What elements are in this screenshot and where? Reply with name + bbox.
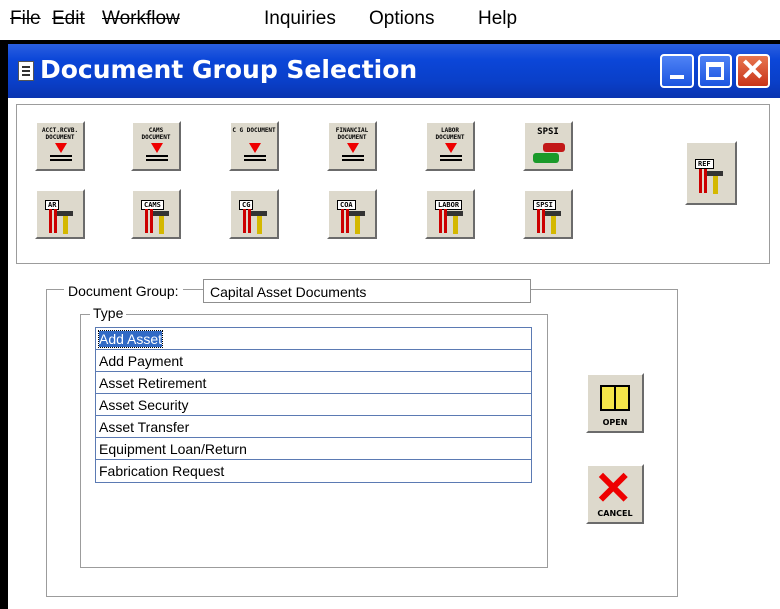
- list-item[interactable]: Add Asset: [96, 328, 531, 350]
- document-group-field[interactable]: Capital Asset Documents: [203, 279, 531, 303]
- down-arrow-icon: [55, 143, 67, 153]
- list-item[interactable]: Asset Security: [96, 394, 531, 416]
- maximize-button[interactable]: [698, 54, 732, 88]
- close-button[interactable]: ✕: [736, 54, 770, 88]
- wrench-icon: [49, 209, 57, 233]
- cams-document-button[interactable]: CAMS DOCUMENT: [131, 121, 181, 171]
- hammer-handle: [355, 216, 360, 234]
- down-arrow-icon: [347, 143, 359, 153]
- minimize-button[interactable]: [660, 54, 694, 88]
- list-item-label: Fabrication Request: [99, 463, 225, 479]
- hammer-handle: [453, 216, 458, 234]
- labor-document-button[interactable]: LABOR DOCUMENT: [425, 121, 475, 171]
- document-lines-icon: [440, 155, 462, 163]
- minimize-icon: [670, 75, 684, 79]
- list-item[interactable]: Equipment Loan/Return: [96, 438, 531, 460]
- wrench-icon: [699, 169, 707, 193]
- menu-inquiries[interactable]: Inquiries: [264, 8, 336, 30]
- financial-document-button[interactable]: FINANCIAL DOCUMENT: [327, 121, 377, 171]
- list-item[interactable]: Add Payment: [96, 350, 531, 372]
- hammer-handle: [713, 176, 718, 194]
- close-icon: ✕: [740, 54, 766, 87]
- list-item-label: Add Payment: [99, 353, 184, 369]
- down-arrow-icon: [445, 143, 457, 153]
- ref-tools-button[interactable]: REF: [685, 141, 737, 205]
- list-item-label: Add Asset: [97, 330, 164, 348]
- type-list[interactable]: Add Asset Add Payment Asset Retirement A…: [95, 327, 532, 483]
- cancel-label: CANCEL: [597, 509, 633, 518]
- ar-document-button[interactable]: ACCT.RCVB. DOCUMENT: [35, 121, 85, 171]
- menu-help[interactable]: Help: [478, 8, 517, 30]
- menu-edit[interactable]: Edit: [52, 8, 85, 30]
- spsi-document-button[interactable]: SPSI: [523, 121, 573, 171]
- hammer-handle: [159, 216, 164, 234]
- ref-tools-label: REF: [695, 159, 714, 169]
- wrench-icon: [243, 209, 251, 233]
- open-button[interactable]: OPEN: [586, 373, 644, 433]
- spsi-document-label: SPSI: [537, 127, 559, 137]
- toolbar-panel: ACCT.RCVB. DOCUMENT CAMS DOCUMENT C G DO…: [16, 104, 770, 264]
- wrench-icon: [341, 209, 349, 233]
- list-item-label: Asset Retirement: [99, 375, 207, 391]
- hammer-handle: [551, 216, 556, 234]
- list-item[interactable]: Asset Retirement: [96, 372, 531, 394]
- ar-tools-button[interactable]: AR: [35, 189, 85, 239]
- window-title: Document Group Selection: [40, 55, 418, 84]
- coa-tools-button[interactable]: COA: [327, 189, 377, 239]
- list-item-label: Equipment Loan/Return: [99, 441, 247, 457]
- list-item[interactable]: Fabrication Request: [96, 460, 531, 482]
- hammer-handle: [257, 216, 262, 234]
- cams-document-label: CAMS DOCUMENT: [141, 127, 171, 141]
- window-client: ACCT.RCVB. DOCUMENT CAMS DOCUMENT C G DO…: [8, 98, 780, 609]
- financial-document-label: FINANCIAL DOCUMENT: [335, 127, 369, 141]
- cg-document-button[interactable]: C G DOCUMENT: [229, 121, 279, 171]
- wrench-icon: [537, 209, 545, 233]
- menu-workflow[interactable]: Workflow: [102, 8, 180, 30]
- labor-tools-button[interactable]: LABOR: [425, 189, 475, 239]
- list-item[interactable]: Asset Transfer: [96, 416, 531, 438]
- wrench-icon: [145, 209, 153, 233]
- menu-bar: File Edit Workflow Inquiries Options Hel…: [0, 0, 780, 40]
- car-icon: [533, 153, 559, 163]
- list-item-label: Asset Security: [99, 397, 189, 413]
- type-label: Type: [90, 305, 127, 321]
- hammer-handle: [63, 216, 68, 234]
- spsi-tools-button[interactable]: SPSI: [523, 189, 573, 239]
- open-label: OPEN: [602, 418, 628, 427]
- cancel-icon: ✕: [594, 462, 633, 514]
- cg-document-label: C G DOCUMENT: [232, 127, 276, 134]
- open-icon: [600, 385, 630, 411]
- menu-options[interactable]: Options: [369, 8, 434, 30]
- cancel-button[interactable]: ✕ CANCEL: [586, 464, 644, 524]
- maximize-icon: [706, 62, 724, 80]
- labor-document-label: LABOR DOCUMENT: [435, 127, 465, 141]
- menu-file[interactable]: File: [10, 8, 41, 30]
- ar-document-label: ACCT.RCVB. DOCUMENT: [41, 127, 79, 141]
- document-lines-icon: [146, 155, 168, 163]
- document-lines-icon: [244, 155, 266, 163]
- document-icon: [18, 61, 34, 81]
- list-item-label: Asset Transfer: [99, 419, 190, 435]
- wrench-icon: [439, 209, 447, 233]
- title-bar: Document Group Selection ✕: [8, 44, 780, 98]
- document-group-label: Document Group:: [64, 283, 183, 299]
- car-icon: [543, 143, 565, 152]
- cams-tools-button[interactable]: CAMS: [131, 189, 181, 239]
- down-arrow-icon: [249, 143, 261, 153]
- document-lines-icon: [342, 155, 364, 163]
- down-arrow-icon: [151, 143, 163, 153]
- document-lines-icon: [50, 155, 72, 163]
- cg-tools-button[interactable]: CG: [229, 189, 279, 239]
